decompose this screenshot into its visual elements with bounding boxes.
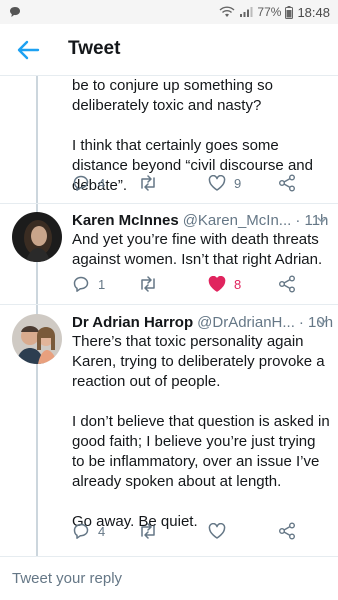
share-icon [279,174,295,192]
avatar[interactable] [12,314,62,364]
clock: 18:48 [297,4,330,20]
share-button[interactable] [278,173,296,193]
battery-percent: 77% [257,5,282,19]
tweet-author-row: Karen McInnes @Karen_McIn... · 11h [72,210,328,230]
status-bar: 77% 18:48 [0,0,338,24]
tweet-paragraph: And yet you’re fine with death threats a… [72,231,323,268]
heart-filled-icon [208,276,226,292]
reply-input[interactable]: Tweet your reply [12,570,122,587]
reply-icon [73,523,89,539]
app-header: Tweet [0,24,338,76]
heart-icon [208,523,226,539]
retweet-button[interactable] [138,173,158,193]
reply-bar: Tweet your reply [0,556,338,600]
reply-count: 4 [98,523,106,539]
share-icon [279,522,295,540]
tweet-paragraph: There’s that toxic personality again Kar… [72,333,325,390]
chevron-down-icon[interactable] [316,214,328,226]
divider [0,304,338,305]
author-handle[interactable]: @DrAdrianH... [197,314,295,331]
divider [0,203,338,204]
tweet-text: And yet you’re fine with death threats a… [72,230,330,270]
like-button[interactable]: 8 [208,274,241,294]
reply-count: 1 [98,276,106,292]
reply-icon [73,175,89,191]
retweet-button[interactable] [138,521,158,541]
share-button[interactable] [278,274,296,294]
like-count: 8 [234,276,242,292]
page-title: Tweet [68,38,121,59]
arrow-left-icon[interactable] [16,39,40,61]
tweet-author-row: Dr Adrian Harrop @DrAdrianH... · 10h [72,312,333,332]
battery-icon [285,5,294,19]
like-button[interactable]: 9 [208,173,241,193]
signal-icon [240,7,253,17]
author-name[interactable]: Karen McInnes [72,212,179,229]
tweet-paragraph: I don’t believe that question is asked i… [72,413,330,490]
retweet-icon [141,523,155,539]
tweet-actions: 4 9 [72,173,312,193]
retweet-icon [141,175,155,191]
like-button[interactable] [208,521,226,541]
tweet-text: There’s that toxic personality again Kar… [72,332,330,532]
wifi-icon [219,6,235,17]
author-name[interactable]: Dr Adrian Harrop [72,314,193,331]
reply-button[interactable]: 4 [72,173,105,193]
retweet-button[interactable] [138,274,158,294]
reply-icon [73,276,89,292]
reply-count: 4 [98,175,106,191]
author-handle[interactable]: @Karen_McIn... [183,212,292,229]
tweet-actions: 4 [72,521,312,541]
like-count: 9 [234,175,242,191]
tweet-actions: 1 8 [72,274,312,294]
reply-button[interactable]: 1 [72,274,105,294]
retweet-icon [141,276,155,292]
share-button[interactable] [278,521,296,541]
tweet-paragraph: be to conjure up something so deliberate… [72,77,273,114]
reply-button[interactable]: 4 [72,521,105,541]
chevron-down-icon[interactable] [316,316,328,328]
chat-bubble-icon [10,7,20,17]
avatar[interactable] [12,212,62,262]
share-icon [279,275,295,293]
heart-icon [208,175,226,191]
